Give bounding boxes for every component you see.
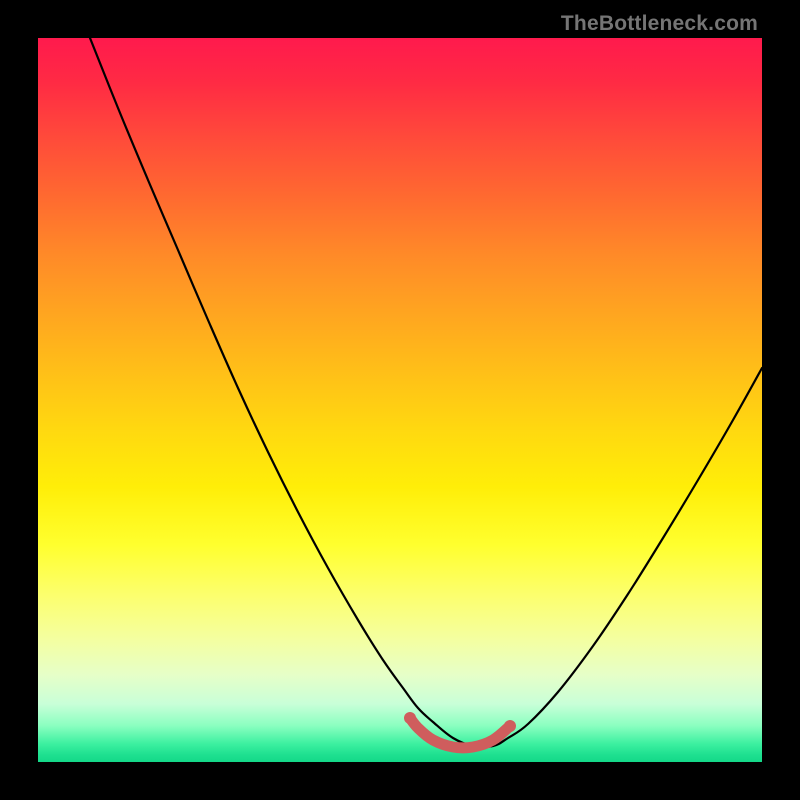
plot-area <box>38 38 762 762</box>
watermark-text: TheBottleneck.com <box>561 12 758 36</box>
chart-frame: TheBottleneck.com <box>0 0 800 800</box>
curve-layer <box>38 38 762 762</box>
bottleneck-curve <box>90 38 762 747</box>
